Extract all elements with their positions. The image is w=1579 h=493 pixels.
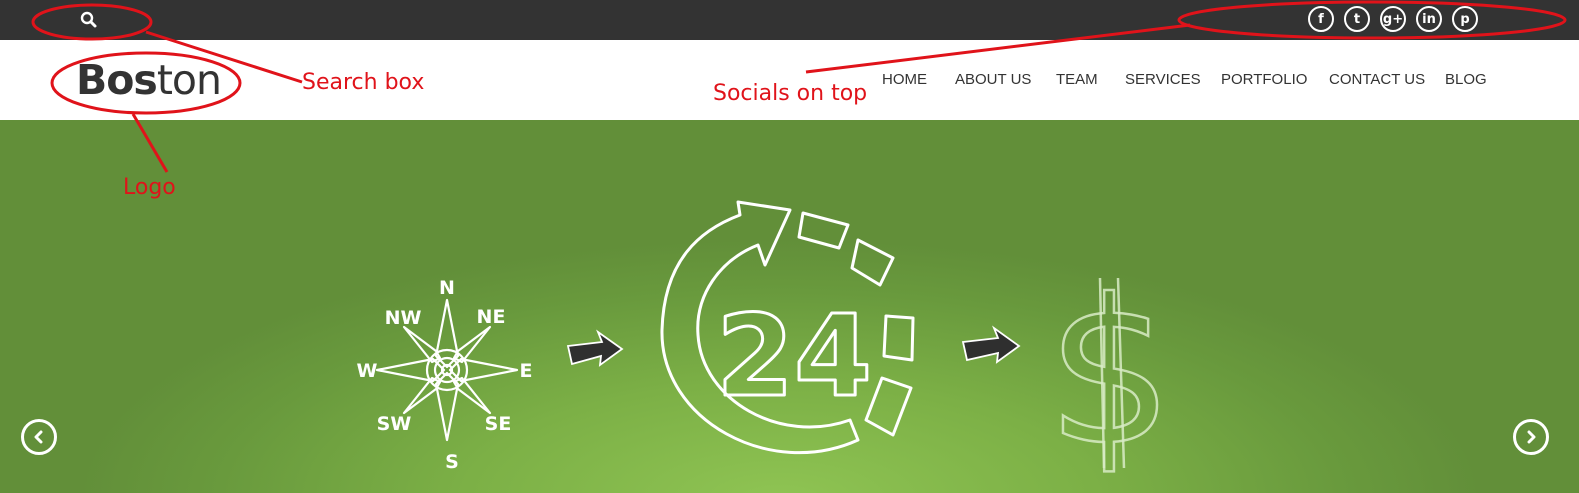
compass-se: SE [485, 413, 512, 435]
compass-e: E [520, 360, 533, 382]
facebook-icon[interactable]: f [1308, 6, 1334, 32]
compass-w: W [357, 360, 378, 382]
search-icon[interactable] [79, 10, 99, 30]
nav-team[interactable]: TEAM [1056, 71, 1098, 88]
chevron-right-icon [1527, 430, 1536, 444]
logo-annotation: Logo [123, 175, 176, 200]
arrow-right-icon [566, 329, 624, 367]
24-hours-icon: 24 [660, 200, 915, 455]
nav-home[interactable]: HOME [882, 71, 927, 88]
site-header: Boston HOME ABOUT US TEAM SERVICES PORTF… [0, 40, 1579, 120]
arrow-right-icon [961, 325, 1021, 364]
dollar-icon: $ [1046, 257, 1173, 490]
hero-illustration: N NE E SE S SW W NW 24 $ [357, 200, 1175, 491]
compass-s: S [445, 451, 459, 473]
socials-annotation: Socials on top [713, 81, 868, 106]
compass-sw: SW [377, 413, 412, 435]
nav-blog[interactable]: BLOG [1445, 71, 1487, 88]
nav-portfolio[interactable]: PORTFOLIO [1221, 71, 1307, 88]
compass-n: N [439, 277, 455, 299]
nav-about-us[interactable]: ABOUT US [955, 71, 1031, 88]
hero-slider: N NE E SE S SW W NW 24 $ [0, 120, 1579, 493]
pinterest-icon[interactable]: p [1452, 6, 1478, 32]
chevron-left-icon [34, 430, 43, 444]
nav-services[interactable]: SERVICES [1125, 71, 1201, 88]
google-plus-icon[interactable]: g+ [1380, 6, 1406, 32]
prev-slide-button[interactable] [21, 419, 57, 455]
top-bar: f t g+ in p [0, 0, 1579, 40]
nav-contact-us[interactable]: CONTACT US [1329, 71, 1425, 88]
linkedin-icon[interactable]: in [1416, 6, 1442, 32]
compass-ne: NE [477, 306, 506, 328]
clock-number: 24 [716, 292, 872, 422]
search-annotation: Search box [302, 70, 425, 95]
twitter-icon[interactable]: t [1344, 6, 1370, 32]
compass-nw: NW [385, 307, 422, 329]
next-slide-button[interactable] [1513, 419, 1549, 455]
social-links: f t g+ in p [1308, 6, 1478, 34]
